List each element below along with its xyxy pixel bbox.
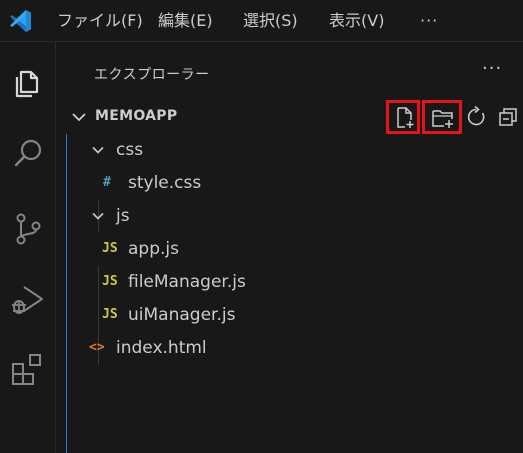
tree-item-label: uiManager.js xyxy=(128,305,236,325)
js-file-icon: JS xyxy=(102,307,118,322)
explorer-icon[interactable] xyxy=(8,62,48,102)
html-file-icon: <> xyxy=(89,340,105,355)
chevron-down-icon xyxy=(92,146,104,154)
sidebar-title: エクスプローラー xyxy=(94,67,210,83)
css-file-icon: # xyxy=(103,175,111,190)
tree-item-label: css xyxy=(116,140,144,160)
menu-file[interactable]: ファイル(F) xyxy=(57,0,143,42)
views-more-actions-button[interactable]: ··· xyxy=(482,60,502,78)
js-file-icon: JS xyxy=(102,241,118,256)
new-folder-icon xyxy=(432,110,453,128)
tree-file-style-css[interactable]: # style.css xyxy=(56,167,523,200)
tree-folder-js[interactable]: js xyxy=(56,200,523,233)
menu-edit[interactable]: 編集(E) xyxy=(158,0,213,42)
tree-item-label: style.css xyxy=(128,173,202,193)
new-file-button[interactable] xyxy=(386,100,420,134)
tree-file-uimanager-js[interactable]: JS uiManager.js xyxy=(56,299,523,332)
tree-item-label: index.html xyxy=(116,338,207,358)
workspace-section-header[interactable]: MEMOAPP xyxy=(56,100,523,134)
chevron-down-icon xyxy=(72,113,86,122)
tree-file-filemanager-js[interactable]: JS fileManager.js xyxy=(56,266,523,299)
menu-selection[interactable]: 選択(S) xyxy=(243,0,298,42)
collapse-all-button[interactable] xyxy=(493,103,523,131)
js-file-icon: JS xyxy=(102,274,118,289)
search-icon[interactable] xyxy=(8,134,48,174)
new-folder-button[interactable] xyxy=(422,100,462,134)
activity-bar xyxy=(0,42,56,453)
menu-overflow-button[interactable]: ··· xyxy=(420,0,438,42)
title-bar: ファイル(F) 編集(E) 選択(S) 表示(V) ··· xyxy=(0,0,523,42)
workspace-name: MEMOAPP xyxy=(95,108,178,124)
tree-folder-css[interactable]: css xyxy=(56,134,523,167)
tree-file-app-js[interactable]: JS app.js xyxy=(56,233,523,266)
extensions-icon[interactable] xyxy=(8,350,48,390)
menu-view[interactable]: 表示(V) xyxy=(329,0,384,42)
run-debug-icon[interactable] xyxy=(8,280,48,320)
refresh-icon xyxy=(467,105,485,126)
tree-file-index-html[interactable]: <> index.html xyxy=(56,332,523,365)
tree-item-label: app.js xyxy=(128,239,179,259)
collapse-all-icon xyxy=(499,108,517,126)
explorer-sidebar: エクスプローラー ··· MEMOAPP css # style.css js … xyxy=(56,42,523,453)
tree-item-label: fileManager.js xyxy=(128,272,246,292)
new-file-icon xyxy=(397,107,414,128)
chevron-down-icon xyxy=(92,212,104,220)
refresh-explorer-button[interactable] xyxy=(461,103,491,131)
vscode-logo-icon[interactable] xyxy=(7,8,33,34)
source-control-icon[interactable] xyxy=(8,208,48,248)
tree-item-label: js xyxy=(116,206,130,226)
